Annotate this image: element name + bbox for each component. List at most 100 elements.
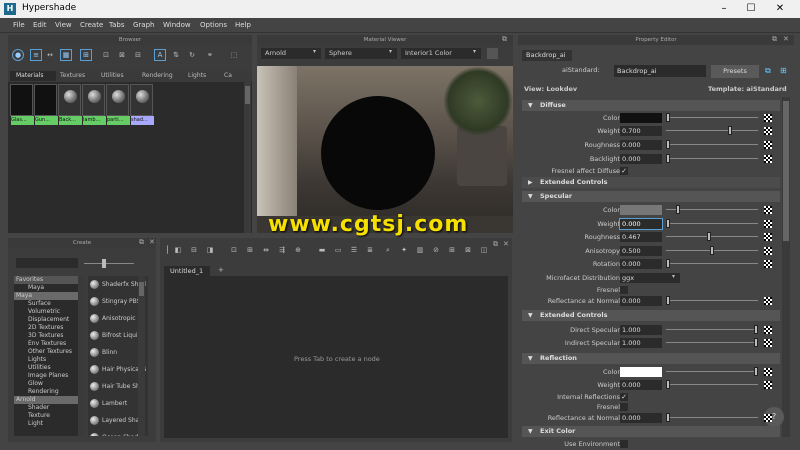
tree-item[interactable]: Other Textures bbox=[14, 348, 78, 356]
renderer-select[interactable]: Arnold bbox=[261, 48, 321, 59]
graph-layout-icon[interactable]: ⇹ bbox=[260, 244, 272, 256]
tree-item[interactable]: Glow bbox=[14, 380, 78, 388]
section-exit-color[interactable]: ▼ Exit Color bbox=[522, 426, 780, 437]
checkbox[interactable]: ✓ bbox=[620, 393, 628, 401]
maximize-icon[interactable]: ☐ bbox=[741, 2, 761, 16]
grid-small-icon[interactable]: ⊞ bbox=[80, 49, 92, 61]
material-swatch[interactable]: Back... bbox=[58, 84, 82, 125]
tab-cameras[interactable]: Ca bbox=[224, 71, 232, 81]
map-button-icon[interactable] bbox=[764, 127, 772, 135]
tree-item[interactable]: Displacement bbox=[14, 316, 78, 324]
tab-textures[interactable]: Textures bbox=[60, 71, 85, 81]
add-tab-button[interactable]: + bbox=[218, 266, 224, 274]
map-button-icon[interactable] bbox=[764, 233, 772, 241]
graph-pin-icon[interactable]: ✦ bbox=[398, 244, 410, 256]
menu-graph[interactable]: Graph bbox=[133, 21, 154, 29]
grid-medium-icon[interactable]: ⊡ bbox=[100, 49, 112, 61]
shape-select[interactable]: Sphere bbox=[325, 48, 397, 59]
graph-swatch-icon[interactable]: ▥ bbox=[414, 244, 426, 256]
graph-connected-icon[interactable]: ▭ bbox=[332, 244, 344, 256]
panel-float-icon[interactable]: ⧉ bbox=[502, 35, 507, 44]
graph-grid-toggle-icon[interactable]: ⊞ bbox=[446, 244, 458, 256]
tree-item[interactable]: Env Textures bbox=[14, 340, 78, 348]
zoom-slider-knob[interactable] bbox=[102, 259, 106, 268]
slider-knob[interactable] bbox=[676, 205, 680, 214]
panel-close-icon[interactable]: ✕ bbox=[503, 240, 509, 248]
grid-xl-icon[interactable]: ⊟ bbox=[132, 49, 144, 61]
create-search-input[interactable] bbox=[16, 258, 78, 268]
map-button-icon[interactable] bbox=[764, 220, 772, 228]
sort-name-icon[interactable]: A bbox=[154, 49, 166, 61]
map-button-icon[interactable] bbox=[764, 155, 772, 163]
attr-field[interactable]: 0.000 bbox=[620, 413, 662, 423]
tree-scrollbar[interactable] bbox=[78, 276, 84, 436]
property-scrollbar[interactable] bbox=[782, 97, 790, 437]
tree-item[interactable]: Light bbox=[14, 420, 78, 428]
list-view-icon[interactable]: ≡ bbox=[30, 49, 42, 61]
material-swatch[interactable]: Glas... bbox=[10, 84, 34, 125]
slider-track[interactable] bbox=[666, 117, 758, 118]
slider-knob[interactable] bbox=[666, 296, 670, 305]
map-button-icon[interactable] bbox=[764, 381, 772, 389]
presets-button[interactable]: Presets bbox=[711, 65, 759, 78]
section-specular[interactable]: ▼ Specular bbox=[522, 191, 780, 202]
tree-item[interactable]: 2D Textures bbox=[14, 324, 78, 332]
refresh-icon[interactable]: ↻ bbox=[186, 49, 198, 61]
grid-large-icon[interactable]: ⊠ bbox=[116, 49, 128, 61]
slider-knob[interactable] bbox=[666, 413, 670, 422]
panel-float-icon[interactable]: ⧉ bbox=[493, 240, 498, 249]
save-template-icon[interactable]: ⊞ bbox=[780, 66, 787, 75]
graph-bookmark-icon[interactable]: ◫ bbox=[478, 244, 490, 256]
color-swatch[interactable] bbox=[620, 113, 662, 123]
slider-track[interactable] bbox=[666, 300, 758, 301]
checkbox[interactable] bbox=[620, 440, 628, 448]
environment-select[interactable]: Interior1 Color bbox=[401, 48, 481, 59]
slider-knob[interactable] bbox=[754, 367, 758, 376]
attr-field[interactable]: 0.000 bbox=[619, 218, 663, 230]
tree-item[interactable]: Shader bbox=[14, 404, 78, 412]
attr-field[interactable]: 0.000 bbox=[620, 296, 662, 306]
panel-close-icon[interactable]: ✕ bbox=[783, 35, 789, 43]
tree-item[interactable]: Utilities bbox=[14, 364, 78, 372]
slider-knob[interactable] bbox=[728, 126, 732, 135]
tab-lights[interactable]: Lights bbox=[188, 71, 206, 81]
graph-snap-icon[interactable]: ⊠ bbox=[462, 244, 474, 256]
graph-output-icon[interactable]: ◨ bbox=[204, 244, 216, 256]
icon-view-icon[interactable]: ▦ bbox=[60, 49, 72, 61]
slider-track[interactable] bbox=[666, 371, 758, 372]
tree-item[interactable]: Maya bbox=[14, 284, 78, 292]
shader-name-field[interactable]: Backdrop_ai bbox=[614, 65, 706, 77]
material-swatch[interactable]: Gun... bbox=[34, 84, 58, 125]
slider-knob[interactable] bbox=[666, 259, 670, 268]
section-diffuse[interactable]: ▼ Diffuse bbox=[522, 100, 780, 111]
slider-track[interactable] bbox=[666, 236, 758, 237]
map-button-icon[interactable] bbox=[764, 206, 772, 214]
attr-field[interactable]: 0.000 bbox=[620, 140, 662, 150]
node-list-scrollbar[interactable] bbox=[138, 276, 145, 436]
map-button-icon[interactable] bbox=[764, 260, 772, 268]
checkbox[interactable] bbox=[620, 403, 628, 411]
graph-custom-icon[interactable]: ≣ bbox=[364, 244, 376, 256]
slider-knob[interactable] bbox=[666, 219, 670, 228]
search-icon[interactable]: ⌕ bbox=[382, 244, 394, 256]
slider-knob[interactable] bbox=[666, 154, 670, 163]
color-swatch[interactable] bbox=[620, 367, 662, 377]
slider-track[interactable] bbox=[666, 329, 758, 330]
graph-grid-icon[interactable]: ⊕ bbox=[292, 244, 304, 256]
map-button-icon[interactable] bbox=[764, 247, 772, 255]
graph-frame-icon[interactable]: ⊡ bbox=[228, 244, 240, 256]
tab-materials[interactable]: Materials bbox=[10, 71, 56, 81]
node-tab[interactable]: Backdrop_ai bbox=[522, 50, 572, 61]
graph-input-icon[interactable]: ◧ bbox=[172, 244, 184, 256]
slider-track[interactable] bbox=[666, 130, 758, 131]
browser-scrollbar[interactable] bbox=[244, 82, 251, 233]
microfacet-select[interactable]: ggx bbox=[620, 273, 680, 283]
tree-item[interactable]: Surface bbox=[14, 300, 78, 308]
attr-field[interactable]: 0.000 bbox=[620, 154, 662, 164]
attr-field[interactable]: 0.000 bbox=[620, 380, 662, 390]
graph-frame-sel-icon[interactable]: ⊞ bbox=[244, 244, 256, 256]
link-icon[interactable]: ⚭ bbox=[204, 49, 216, 61]
attr-field[interactable]: 0.000 bbox=[620, 259, 662, 269]
map-button-icon[interactable] bbox=[764, 326, 772, 334]
menu-help[interactable]: Help bbox=[235, 21, 251, 29]
